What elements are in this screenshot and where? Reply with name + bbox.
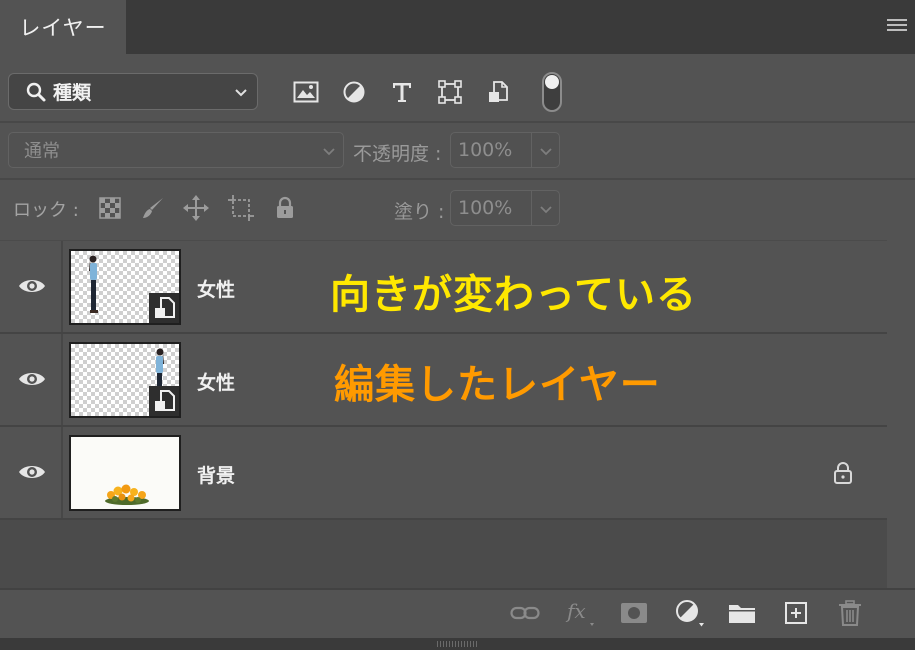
lock-icon[interactable] (832, 461, 854, 485)
opacity-value: 100% (458, 139, 513, 161)
tab-layers[interactable]: レイヤー (0, 0, 126, 54)
layer-thumbnail[interactable] (69, 342, 181, 418)
lock-artboard-icon[interactable] (228, 195, 254, 221)
pixel-layer-filter-icon[interactable] (292, 78, 320, 106)
shape-layer-filter-icon[interactable] (436, 78, 464, 106)
filter-kind-select[interactable]: 種類 (8, 73, 258, 110)
layer-name[interactable]: 女性 (197, 368, 235, 395)
chevron-down-icon[interactable] (538, 143, 554, 159)
filter-kind-label: 種類 (53, 82, 92, 104)
annotation-direction-changed: 向きが変わっている (330, 272, 697, 318)
divider (0, 178, 915, 180)
annotation-edited-layer: 編集したレイヤー (334, 362, 661, 408)
eye-icon[interactable] (18, 277, 46, 295)
fill-label: 塗り : (394, 201, 445, 223)
blend-mode-label: 通常 (24, 141, 60, 162)
layer-thumbnail[interactable] (69, 435, 181, 511)
panel-menu-icon[interactable] (887, 17, 907, 33)
eye-icon[interactable] (18, 370, 46, 388)
layers-bottom-toolbar (0, 590, 915, 638)
chevron-down-icon (323, 148, 335, 156)
filter-toggle-switch[interactable] (542, 72, 562, 112)
lock-transparent-pixels-icon[interactable] (97, 195, 123, 221)
new-adjustment-layer-icon[interactable] (673, 598, 705, 628)
layer-name[interactable]: 女性 (197, 275, 235, 302)
eye-icon[interactable] (18, 463, 46, 481)
smart-object-badge-icon (149, 386, 179, 416)
opacity-field[interactable]: 100% (450, 132, 560, 168)
new-layer-icon[interactable] (780, 598, 812, 628)
svg-text:fx: fx (565, 599, 586, 623)
delete-layer-trash-icon[interactable] (834, 598, 866, 628)
search-icon (26, 82, 46, 101)
lock-all-icon[interactable] (272, 195, 298, 221)
scrollbar-gutter[interactable] (887, 240, 915, 588)
add-mask-icon[interactable] (618, 598, 650, 628)
smart-object-badge-icon (149, 293, 179, 323)
field-divider (531, 133, 532, 167)
divider (0, 121, 915, 123)
lock-image-pixels-icon[interactable] (140, 195, 166, 221)
panel-tab-bar (0, 0, 915, 54)
adjustment-layer-filter-icon[interactable] (340, 78, 368, 106)
chevron-down-icon[interactable] (538, 201, 554, 217)
layer-style-fx-icon[interactable]: fx (564, 598, 596, 628)
chevron-down-icon (235, 89, 247, 97)
visibility-column (0, 427, 63, 518)
layer-row[interactable]: 背景 (0, 427, 887, 518)
lock-position-icon[interactable] (183, 195, 209, 221)
field-divider (531, 191, 532, 225)
layer-thumbnail[interactable] (69, 249, 181, 325)
smart-object-filter-icon[interactable] (484, 78, 512, 106)
visibility-column (0, 334, 63, 425)
resize-grip[interactable] (437, 641, 477, 647)
new-group-folder-icon[interactable] (726, 598, 758, 628)
flowers-icon (105, 484, 149, 505)
layer-name[interactable]: 背景 (197, 461, 235, 488)
fill-field[interactable]: 100% (450, 190, 560, 226)
opacity-label: 不透明度 : (353, 143, 442, 165)
fill-value: 100% (458, 197, 513, 219)
divider (0, 518, 887, 520)
blend-mode-select[interactable]: 通常 (8, 132, 344, 168)
link-layers-icon[interactable] (509, 598, 541, 628)
visibility-column (0, 241, 63, 332)
type-layer-filter-icon[interactable] (388, 78, 416, 106)
toggle-knob (545, 75, 559, 89)
lock-label: ロック : (13, 200, 79, 221)
